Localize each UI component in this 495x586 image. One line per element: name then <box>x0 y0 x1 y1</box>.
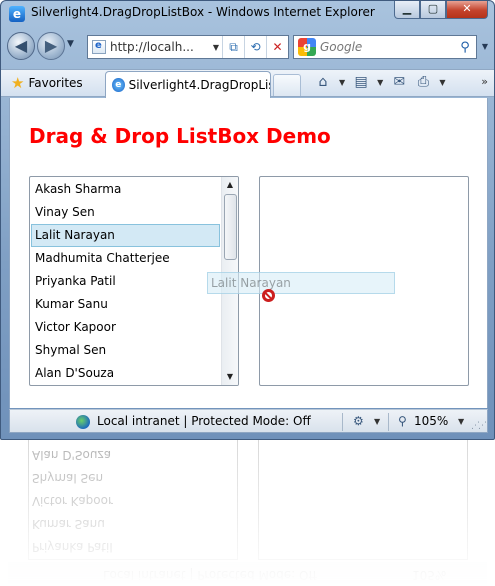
zoom-dropdown-icon[interactable]: ▼ <box>458 417 464 426</box>
search-box[interactable]: g Google ⚲ ▼ <box>293 35 488 59</box>
tab-page-icon: e <box>112 78 125 92</box>
window-controls: ▁ ▢ ✕ <box>394 1 488 19</box>
compatibility-view-icon[interactable]: ⧉ <box>222 36 244 58</box>
list-item[interactable]: Victor Kapoor <box>31 316 220 339</box>
list-item[interactable]: Madhumita Chatterjee <box>31 247 220 270</box>
drag-ghost-item: Lalit Narayan <box>207 272 395 294</box>
scroll-down-arrow-icon[interactable]: ▼ <box>222 369 238 385</box>
status-divider <box>342 413 343 431</box>
page-title: Drag & Drop ListBox Demo <box>29 124 331 148</box>
zoom-icon[interactable]: ⚲ <box>398 414 407 428</box>
reflected-list-item: Alan D'Souza <box>32 448 112 462</box>
list-item[interactable]: Akash Sharma <box>31 178 220 201</box>
resize-grip-icon[interactable]: ⋰⋰ <box>471 421 487 431</box>
command-bar: ★ Favorites e Silverlight4.DragDropLis..… <box>1 69 494 98</box>
security-zone-text[interactable]: Local intranet | Protected Mode: Off <box>97 414 311 428</box>
scroll-up-arrow-icon[interactable]: ▲ <box>222 177 238 193</box>
feeds-icon[interactable]: ▤ <box>353 74 369 90</box>
home-icon[interactable]: ⌂ <box>315 74 331 90</box>
ie-logo-icon: e <box>9 6 25 22</box>
home-dropdown-icon[interactable]: ▼ <box>339 78 345 87</box>
list-item[interactable]: Shymal Sen <box>31 339 220 362</box>
reflected-list-item: Shymal Sen <box>32 471 104 485</box>
page-content: Drag & Drop ListBox Demo Akash Sharma Vi… <box>9 98 488 408</box>
new-tab-button[interactable] <box>273 74 301 96</box>
minimize-button[interactable]: ▁ <box>394 1 420 19</box>
close-button[interactable]: ✕ <box>446 1 488 19</box>
favorites-star-icon: ★ <box>11 73 25 92</box>
reflected-target-listbox <box>258 440 468 560</box>
reflected-list-item: Kumar Sanu <box>32 517 105 531</box>
list-item[interactable]: Vinay Sen <box>31 201 220 224</box>
reflected-list: Priyanka Patil Kumar Sanu Victor Kapoor … <box>28 442 238 557</box>
navigation-bar: ◀ ▶ ▼ http://localh... ▼ ⧉ ⟲ ✕ g Google … <box>1 29 494 65</box>
reflection-content: Local intranet | Protected Mode: Off 105… <box>0 440 495 586</box>
reflected-zone-text: Local intranet | Protected Mode: Off <box>103 568 317 582</box>
scrollbar-thumb[interactable] <box>224 194 237 260</box>
zoom-level[interactable]: 105% <box>414 414 448 428</box>
reflected-zoom: 105% <box>412 568 447 582</box>
tab-active[interactable]: e Silverlight4.DragDropLis... <box>105 71 271 98</box>
more-commands-chevron-icon[interactable]: » <box>481 75 488 88</box>
refresh-icon[interactable]: ⟲ <box>244 36 266 58</box>
reflected-source-listbox <box>28 440 238 560</box>
google-logo-icon: g <box>298 38 316 56</box>
back-button[interactable]: ◀ <box>7 32 35 60</box>
status-bar: Local intranet | Protected Mode: Off ⚙ ▼… <box>9 409 488 433</box>
window-title: Silverlight4.DragDropListBox - Windows I… <box>31 5 375 19</box>
favorites-button[interactable]: ★ Favorites <box>7 72 87 94</box>
stop-icon[interactable]: ✕ <box>266 36 288 58</box>
recent-pages-dropdown[interactable]: ▼ <box>67 39 74 49</box>
list-item[interactable]: Alan D'Souza <box>31 362 220 385</box>
print-dropdown-icon[interactable]: ▼ <box>439 78 445 87</box>
search-input[interactable]: Google <box>320 40 454 54</box>
feeds-dropdown-icon[interactable]: ▼ <box>377 78 383 87</box>
address-input[interactable]: http://localh... <box>110 40 210 54</box>
list-item[interactable]: Kumar Sanu <box>31 293 220 316</box>
protected-mode-icon[interactable]: ⚙ <box>353 414 364 428</box>
search-dropdown-icon[interactable]: ▼ <box>482 42 488 51</box>
title-bar[interactable]: e Silverlight4.DragDropListBox - Windows… <box>1 1 494 27</box>
mail-icon[interactable]: ✉ <box>391 74 407 90</box>
address-bar[interactable]: http://localh... ▼ ⧉ ⟲ ✕ <box>87 35 289 59</box>
tab-label: Silverlight4.DragDropLis... <box>128 78 270 92</box>
reflected-list-item: Victor Kapoor <box>32 494 113 508</box>
list-item-selected[interactable]: Lalit Narayan <box>31 224 220 247</box>
reflected-list-item: Priyanka Patil <box>32 540 113 554</box>
command-icons: ⌂ ▼ ▤ ▼ ✉ ⎙ ▼ <box>315 74 446 90</box>
print-icon[interactable]: ⎙ <box>415 74 431 90</box>
window-reflection: Local intranet | Protected Mode: Off 105… <box>0 440 495 586</box>
favorites-label: Favorites <box>28 76 83 90</box>
reflected-status-bar: Local intranet | Protected Mode: Off 105… <box>8 562 487 586</box>
list-item[interactable]: Priyanka Patil <box>31 270 220 293</box>
no-drop-cursor-icon <box>262 289 275 302</box>
address-dropdown-icon[interactable]: ▼ <box>210 43 222 52</box>
search-icon[interactable]: ⚲ <box>454 40 476 55</box>
settings-dropdown-icon[interactable]: ▼ <box>374 417 380 426</box>
page-icon <box>92 40 106 54</box>
forward-button[interactable]: ▶ <box>37 32 65 60</box>
maximize-button[interactable]: ▢ <box>420 1 446 19</box>
security-zone-icon <box>76 415 90 429</box>
status-divider <box>388 413 389 431</box>
source-list-items: Akash Sharma Vinay Sen Lalit Narayan Mad… <box>31 178 220 385</box>
browser-window: e Silverlight4.DragDropListBox - Windows… <box>0 0 495 440</box>
